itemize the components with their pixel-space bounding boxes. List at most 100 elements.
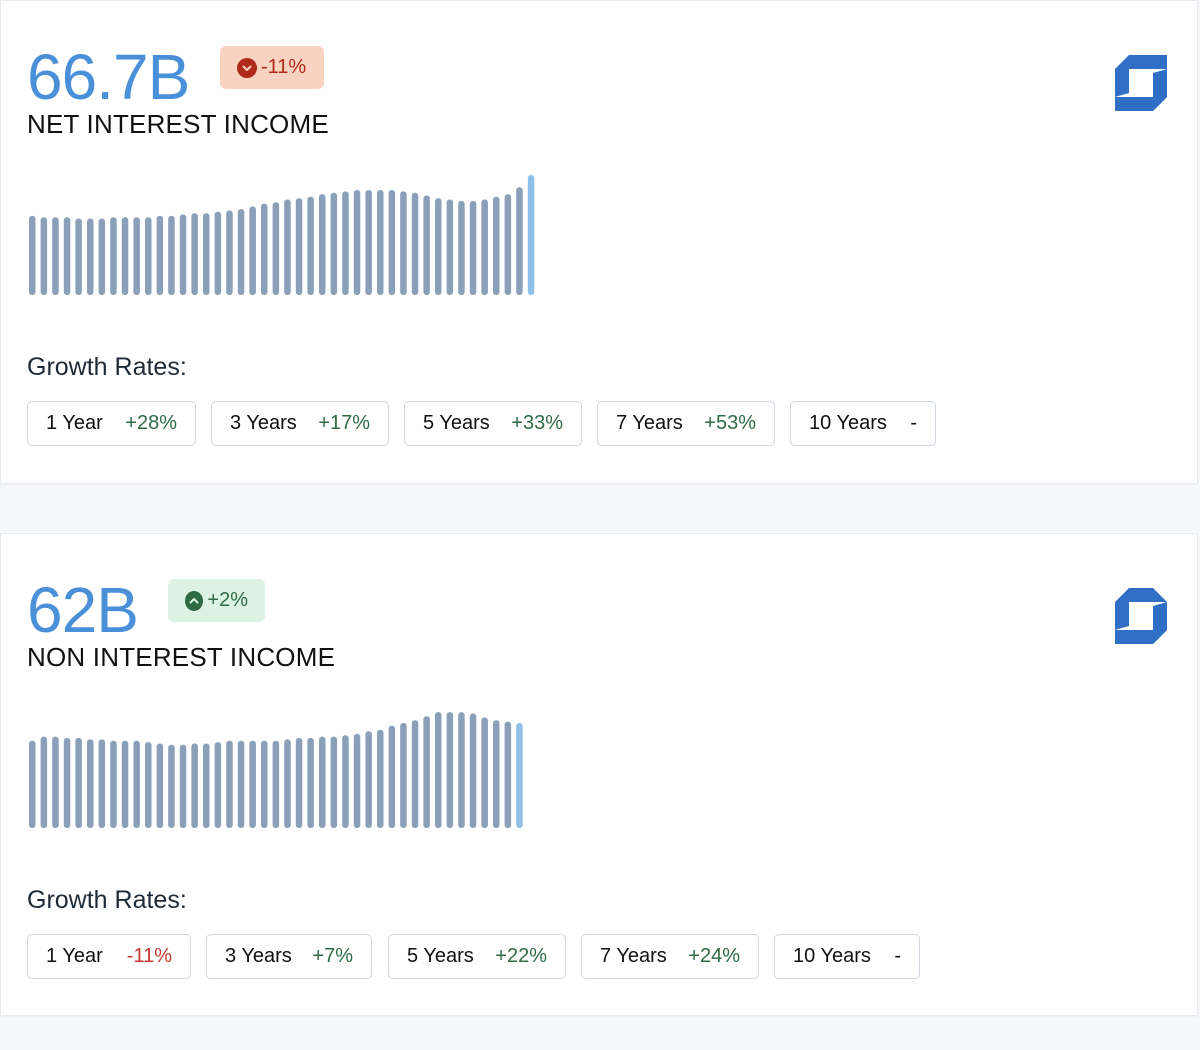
pill-period: 3 Years bbox=[225, 945, 292, 967]
chart-bar bbox=[121, 740, 129, 828]
pill-rate: - bbox=[894, 945, 901, 967]
change-value: +2% bbox=[207, 589, 248, 611]
chart-bar bbox=[400, 191, 407, 295]
chart-bar bbox=[469, 200, 477, 295]
pill-period: 1 Year bbox=[46, 945, 103, 967]
chart-bar bbox=[423, 716, 430, 828]
net-interest-income-card: 66.7B -11% NET INTEREST INCOME Growth Ra… bbox=[0, 0, 1198, 484]
chart-bar bbox=[156, 743, 164, 828]
chart-bar bbox=[261, 203, 268, 295]
pill-rate: +24% bbox=[688, 945, 740, 967]
chart-bar bbox=[319, 194, 326, 295]
growth-pill-5-years[interactable]: 5 Years +22% bbox=[388, 934, 566, 979]
metric-value: 66.7B bbox=[27, 41, 190, 113]
chart-bar bbox=[435, 712, 442, 828]
chart-bar bbox=[249, 206, 256, 295]
growth-pill-1-year[interactable]: 1 Year +28% bbox=[27, 401, 196, 446]
pill-period: 3 Years bbox=[230, 412, 297, 434]
chart-bar bbox=[98, 739, 106, 828]
chart-bar bbox=[481, 717, 488, 828]
growth-pill-3-years[interactable]: 3 Years +17% bbox=[211, 401, 389, 446]
pill-period: 1 Year bbox=[46, 412, 103, 434]
chase-octagon-logo-icon bbox=[1115, 588, 1167, 644]
chart-bar bbox=[179, 744, 187, 828]
chart-bar bbox=[249, 740, 256, 828]
pill-period: 10 Years bbox=[809, 412, 887, 434]
chart-bar bbox=[458, 200, 465, 295]
pill-period: 10 Years bbox=[793, 945, 871, 967]
change-badge: -11% bbox=[220, 46, 324, 89]
chart-bar bbox=[411, 720, 419, 828]
pill-rate: +7% bbox=[312, 945, 353, 967]
chart-bar bbox=[295, 198, 303, 295]
pill-rate: +17% bbox=[318, 412, 370, 434]
growth-pill-7-years[interactable]: 7 Years +24% bbox=[581, 934, 759, 979]
chart-bar bbox=[191, 213, 198, 295]
pill-rate: +53% bbox=[704, 412, 756, 434]
chart-bar bbox=[145, 217, 152, 295]
chart-bar bbox=[52, 736, 59, 828]
chart-bar bbox=[29, 740, 36, 828]
chart-bar bbox=[388, 725, 396, 828]
chart-bar bbox=[423, 195, 430, 295]
non-interest-income-card: 62B +2% NON INTEREST INCOME Growth Rates… bbox=[0, 533, 1198, 1016]
chart-bar bbox=[353, 733, 361, 828]
chart-bar bbox=[237, 209, 245, 295]
chart-bar bbox=[284, 739, 291, 828]
chart-bar bbox=[365, 190, 372, 295]
chart-bar bbox=[203, 743, 210, 828]
chart-bar bbox=[226, 210, 233, 295]
chart-bar bbox=[330, 192, 338, 295]
chart-bar bbox=[179, 214, 187, 295]
chart-bar bbox=[504, 194, 512, 295]
chart-bar bbox=[295, 738, 303, 828]
chart-bar bbox=[214, 742, 222, 828]
chart-bar bbox=[75, 218, 82, 295]
chart-bar bbox=[75, 738, 82, 828]
chart-bar bbox=[87, 218, 94, 295]
chart-bar bbox=[458, 712, 465, 828]
chart-bar bbox=[52, 217, 59, 295]
chart-bar bbox=[98, 218, 106, 295]
chart-bar bbox=[272, 202, 280, 295]
chart-bar bbox=[516, 723, 523, 828]
chart-bar bbox=[272, 740, 280, 828]
growth-pill-10-years[interactable]: 10 Years - bbox=[790, 401, 936, 446]
chart-bar bbox=[168, 215, 175, 295]
chart-bar bbox=[388, 190, 396, 295]
growth-pill-5-years[interactable]: 5 Years +33% bbox=[404, 401, 582, 446]
chart-bar bbox=[435, 198, 442, 295]
pill-period: 7 Years bbox=[616, 412, 683, 434]
chart-bar bbox=[203, 213, 210, 295]
chart-bar bbox=[145, 742, 152, 828]
chart-bar bbox=[493, 196, 500, 295]
pill-rate: +22% bbox=[495, 945, 547, 967]
chart-bar bbox=[237, 740, 245, 828]
chart-bar bbox=[40, 736, 48, 828]
growth-pill-7-years[interactable]: 7 Years +53% bbox=[597, 401, 775, 446]
chase-octagon-logo-icon bbox=[1115, 55, 1167, 111]
chart-bar bbox=[446, 199, 454, 295]
chart-bar bbox=[168, 744, 175, 828]
pill-rate: - bbox=[910, 412, 917, 434]
chart-bar bbox=[121, 217, 129, 295]
chart-bar bbox=[226, 740, 233, 828]
chart-bar bbox=[469, 713, 477, 828]
change-value: -11% bbox=[261, 56, 307, 78]
metric-label: NET INTEREST INCOME bbox=[27, 109, 329, 139]
chart-bar bbox=[133, 217, 140, 295]
chart-bar bbox=[110, 740, 117, 828]
chevron-down-circle-icon bbox=[237, 57, 257, 78]
growth-pill-1-year[interactable]: 1 Year -11% bbox=[27, 934, 191, 979]
change-badge: +2% bbox=[168, 579, 265, 622]
chart-bar bbox=[133, 740, 140, 828]
pill-period: 5 Years bbox=[423, 412, 490, 434]
metric-value: 62B bbox=[27, 574, 139, 646]
growth-pill-3-years[interactable]: 3 Years +7% bbox=[206, 934, 372, 979]
chart-bar bbox=[29, 215, 36, 295]
chart-bar bbox=[214, 211, 222, 295]
growth-pill-10-years[interactable]: 10 Years - bbox=[774, 934, 920, 979]
chart-bar bbox=[330, 736, 338, 828]
chart-bar bbox=[377, 190, 384, 295]
chart-bar bbox=[365, 731, 372, 828]
